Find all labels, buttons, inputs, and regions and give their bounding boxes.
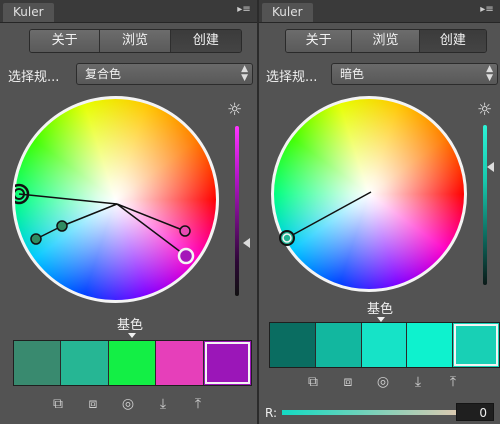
color-swatch[interactable] bbox=[108, 341, 157, 385]
kuler-panel-right: Kuler ▸≡ 关于 浏览 创建 选择规... 暗色 ▲ ▼ ☼ 基色 ⧉ ⧈ … bbox=[259, 0, 500, 424]
color-swatch[interactable] bbox=[361, 323, 408, 367]
red-channel-slider[interactable] bbox=[282, 410, 467, 415]
export-icon[interactable]: ⤒ bbox=[190, 396, 206, 412]
selected-color-marker[interactable] bbox=[177, 247, 195, 265]
duplicate-swatch-icon[interactable]: ⧈ bbox=[340, 374, 356, 390]
panel-titlebar: Kuler ▸≡ bbox=[0, 0, 257, 23]
tab-browse[interactable]: 浏览 bbox=[352, 30, 420, 52]
tab-browse[interactable]: 浏览 bbox=[100, 30, 171, 52]
import-icon[interactable]: ⤓ bbox=[410, 374, 426, 390]
tab-about[interactable]: 关于 bbox=[30, 30, 101, 52]
brightness-slider[interactable] bbox=[483, 125, 487, 285]
brightness-slider-handle[interactable] bbox=[243, 238, 250, 249]
swatch-row bbox=[269, 322, 500, 368]
harmony-line bbox=[286, 191, 372, 239]
panel-title-tab[interactable]: Kuler bbox=[262, 3, 313, 22]
select-arrows-icon: ▲ ▼ bbox=[486, 64, 493, 83]
rule-select[interactable]: 暗色 ▲ ▼ bbox=[331, 63, 498, 85]
base-color-label: 基色 bbox=[117, 318, 144, 333]
color-marker[interactable] bbox=[30, 233, 42, 245]
panel-menu-icon[interactable]: ▸≡ bbox=[237, 4, 251, 16]
harmony-line bbox=[18, 193, 118, 205]
red-channel-value[interactable]: 0 bbox=[456, 403, 494, 421]
color-swatch[interactable] bbox=[156, 341, 204, 385]
color-wheel[interactable] bbox=[271, 96, 467, 292]
add-swatch-icon[interactable]: ⧉ bbox=[305, 374, 321, 390]
harmony-line bbox=[116, 203, 186, 232]
selected-color-swatch[interactable] bbox=[453, 323, 499, 367]
rule-label: 选择规... bbox=[266, 70, 318, 85]
tab-create[interactable]: 创建 bbox=[170, 30, 241, 52]
brightness-icon: ☼ bbox=[227, 100, 243, 120]
color-target-icon[interactable]: ◎ bbox=[375, 374, 391, 390]
base-color-marker[interactable] bbox=[279, 230, 295, 246]
swatch-toolbar: ⧉ ⧈ ◎ ⤓ ⤒ bbox=[305, 374, 461, 390]
harmony-line bbox=[116, 203, 187, 257]
base-color-indicator-icon bbox=[128, 333, 136, 338]
rule-select-value: 复合色 bbox=[85, 67, 122, 81]
color-wheel[interactable] bbox=[12, 96, 219, 303]
tab-about[interactable]: 关于 bbox=[286, 30, 353, 52]
add-swatch-icon[interactable]: ⧉ bbox=[50, 396, 66, 412]
brightness-icon: ☼ bbox=[477, 100, 493, 120]
swatch-toolbar: ⧉ ⧈ ◎ ⤓ ⤒ bbox=[50, 396, 206, 412]
harmony-markers bbox=[15, 183, 195, 265]
tab-group: 关于 浏览 创建 bbox=[29, 29, 242, 53]
brightness-slider-handle[interactable] bbox=[487, 161, 494, 172]
harmony-line bbox=[61, 203, 118, 227]
tab-create[interactable]: 创建 bbox=[419, 30, 486, 52]
rule-label: 选择规... bbox=[8, 70, 60, 85]
color-swatch[interactable] bbox=[407, 323, 454, 367]
kuler-panel-left: Kuler ▸≡ 关于 浏览 创建 选择规... 复合色 ▲ ▼ ☼ 基色 ⧉ … bbox=[0, 0, 257, 424]
harmony-markers bbox=[279, 191, 372, 246]
color-swatch[interactable] bbox=[14, 341, 62, 385]
color-swatch[interactable] bbox=[315, 323, 362, 367]
brightness-slider[interactable] bbox=[235, 126, 239, 296]
color-target-icon[interactable]: ◎ bbox=[120, 396, 136, 412]
color-marker[interactable] bbox=[179, 225, 191, 237]
tab-group: 关于 浏览 创建 bbox=[285, 29, 487, 53]
color-marker[interactable] bbox=[56, 220, 68, 232]
selected-color-swatch[interactable] bbox=[203, 341, 251, 385]
panel-titlebar: Kuler ▸≡ bbox=[259, 0, 500, 23]
swatch-row bbox=[13, 340, 252, 386]
rule-select-value: 暗色 bbox=[340, 67, 365, 81]
rule-select[interactable]: 复合色 ▲ ▼ bbox=[76, 63, 253, 85]
red-channel-label: R: bbox=[265, 406, 278, 420]
panel-menu-icon[interactable]: ▸≡ bbox=[480, 4, 494, 16]
select-arrows-icon: ▲ ▼ bbox=[241, 64, 248, 83]
color-swatch[interactable] bbox=[61, 341, 109, 385]
base-color-label: 基色 bbox=[367, 302, 394, 317]
export-icon[interactable]: ⤒ bbox=[445, 374, 461, 390]
panel-title-tab[interactable]: Kuler bbox=[3, 3, 54, 22]
import-icon[interactable]: ⤓ bbox=[155, 396, 171, 412]
color-swatch[interactable] bbox=[270, 323, 316, 367]
duplicate-swatch-icon[interactable]: ⧈ bbox=[85, 396, 101, 412]
